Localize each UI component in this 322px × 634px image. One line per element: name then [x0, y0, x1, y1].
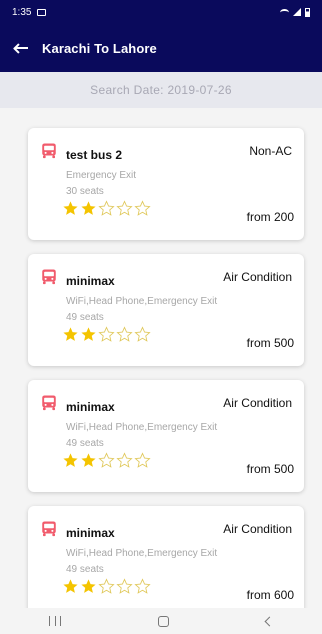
page-title: Karachi To Lahore: [42, 40, 157, 56]
star-empty-icon: [134, 578, 151, 594]
ac-type-label: Air Condition: [223, 522, 292, 536]
bus-features: WiFi,Head Phone,Emergency Exit: [66, 422, 218, 433]
rating-stars: [62, 578, 151, 595]
rating-stars: [62, 452, 151, 469]
bus-name: test bus 2: [66, 148, 123, 162]
bus-name: minimax: [66, 526, 115, 540]
rating-stars: [62, 326, 151, 343]
star-empty-icon: [116, 326, 133, 342]
bus-icon: [42, 521, 56, 537]
bus-features: WiFi,Head Phone,Emergency Exit: [66, 548, 218, 559]
signal-icon: [293, 8, 301, 16]
seat-count: 49 seats: [66, 438, 104, 449]
ac-type-label: Air Condition: [223, 396, 292, 410]
search-date-strip: Search Date: 2019-07-26: [0, 72, 322, 108]
star-empty-icon: [116, 452, 133, 468]
bus-name: minimax: [66, 400, 115, 414]
star-filled-icon: [81, 327, 96, 341]
star-filled-icon: [81, 201, 96, 215]
star-empty-icon: [98, 452, 115, 468]
bus-features: WiFi,Head Phone,Emergency Exit: [66, 296, 218, 307]
star-filled-icon: [81, 579, 96, 593]
ac-type-label: Non-AC: [249, 144, 292, 158]
status-time: 1:35: [12, 6, 32, 18]
star-empty-icon: [98, 200, 115, 216]
star-filled-icon: [63, 327, 78, 341]
app-bar: Karachi To Lahore: [0, 24, 322, 72]
bus-card[interactable]: test bus 2 Non-AC Emergency Exit 30 seats fr…: [28, 128, 304, 240]
bus-name: minimax: [66, 274, 115, 288]
price-label: from 200: [246, 210, 294, 224]
bus-card[interactable]: minimax Air Condition WiFi,Head Phone,Emer…: [28, 254, 304, 366]
star-filled-icon: [81, 453, 96, 467]
wifi-icon: [280, 8, 289, 16]
star-empty-icon: [98, 578, 115, 594]
bus-icon: [42, 143, 56, 159]
image-icon: [37, 8, 47, 16]
nav-back-icon[interactable]: [264, 616, 275, 626]
system-nav-bar: [0, 608, 322, 634]
star-empty-icon: [98, 326, 115, 342]
bus-card[interactable]: minimax Air Condition WiFi,Head Phone,Emer…: [28, 380, 304, 492]
seat-count: 49 seats: [66, 564, 104, 575]
star-empty-icon: [134, 452, 151, 468]
ac-type-label: Air Condition: [223, 270, 292, 284]
rating-stars: [62, 200, 151, 217]
price-label: from 500: [246, 336, 294, 350]
bus-icon: [42, 269, 56, 285]
bus-icon: [42, 395, 56, 411]
star-empty-icon: [134, 326, 151, 342]
star-filled-icon: [63, 201, 78, 215]
battery-icon: [305, 7, 310, 17]
bus-features: Emergency Exit: [66, 170, 137, 181]
back-arrow-icon[interactable]: [12, 38, 32, 58]
seat-count: 30 seats: [66, 186, 104, 197]
price-label: from 500: [246, 462, 294, 476]
star-filled-icon: [63, 453, 78, 467]
star-filled-icon: [63, 579, 78, 593]
bus-card[interactable]: minimax Air Condition WiFi,Head Phone,Emer…: [28, 506, 304, 618]
star-empty-icon: [116, 578, 133, 594]
star-empty-icon: [134, 200, 151, 216]
price-label: from 600: [246, 588, 294, 602]
home-icon[interactable]: [157, 615, 169, 627]
search-date-text: Search Date: 2019-07-26: [90, 83, 232, 97]
seat-count: 49 seats: [66, 312, 104, 323]
status-bar: 1:35: [0, 0, 322, 24]
recents-icon[interactable]: [48, 616, 61, 626]
status-icons: [280, 7, 310, 17]
phone-screen: 1:35 Karachi To Lahore Search Date: 2019…: [0, 0, 322, 634]
star-empty-icon: [116, 200, 133, 216]
